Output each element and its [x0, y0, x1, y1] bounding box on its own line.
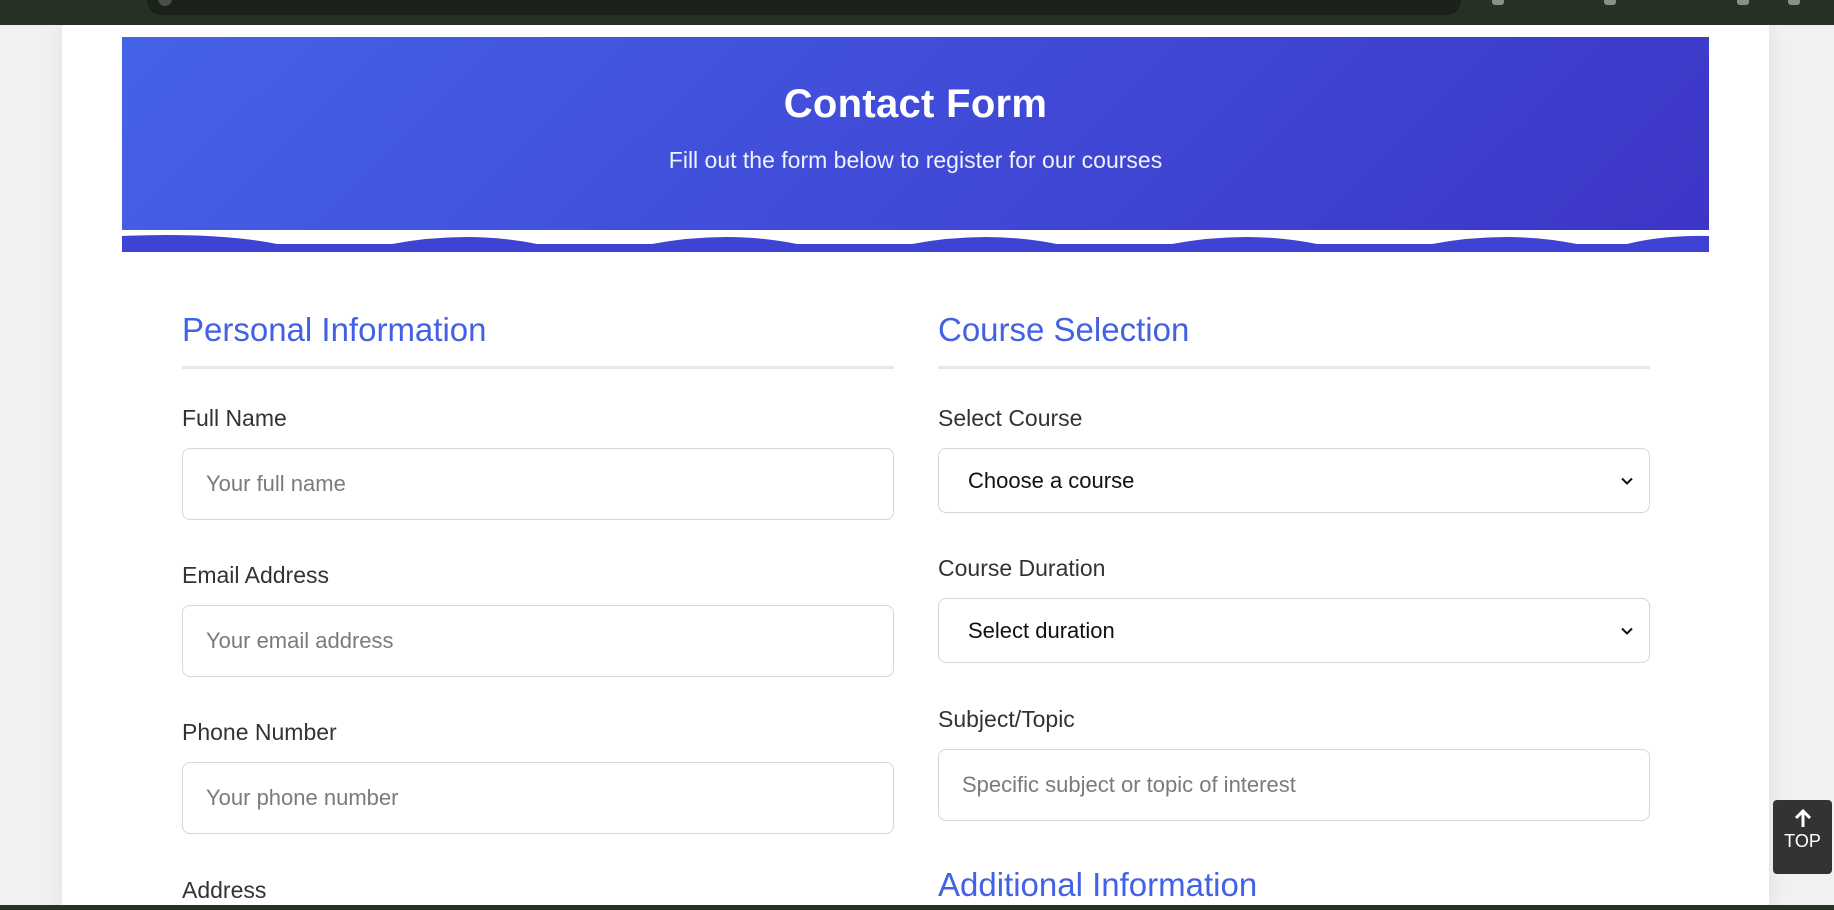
section-title-course: Course Selection [938, 311, 1190, 348]
section-title-personal: Personal Information [182, 311, 487, 348]
subject-label: Subject/Topic [938, 706, 1075, 732]
taskbar-edge [0, 905, 1834, 910]
address-bar[interactable] [147, 0, 1461, 15]
toolbar-icon[interactable] [1737, 0, 1749, 5]
section-title-additional: Additional Information [938, 866, 1258, 903]
phone-input[interactable] [182, 762, 894, 834]
course-select-value: Choose a course [968, 467, 1135, 493]
hero-banner: Contact Form Fill out the form below to … [122, 37, 1709, 230]
back-to-top-label: TOP [1784, 831, 1821, 851]
wave-divider [122, 230, 1709, 252]
duration-label: Course Duration [938, 555, 1106, 581]
full-name-input[interactable] [182, 448, 894, 520]
toolbar-icon[interactable] [1492, 0, 1504, 5]
page-title: Contact Form [783, 82, 1048, 126]
duration-select[interactable]: Select duration [938, 598, 1650, 663]
chevron-down-icon [1619, 623, 1635, 639]
back-to-top-button[interactable]: TOP [1773, 800, 1832, 874]
email-label: Email Address [182, 562, 330, 588]
address-label: Address [182, 877, 267, 903]
duration-select-value: Select duration [968, 617, 1115, 643]
email-input[interactable] [182, 605, 894, 677]
profile-icon[interactable] [1788, 0, 1800, 5]
chevron-down-icon [1619, 473, 1635, 489]
full-name-label: Full Name [182, 405, 287, 431]
section-divider [182, 366, 894, 369]
section-divider [938, 366, 1650, 369]
toolbar-icon[interactable] [1604, 0, 1616, 5]
subject-input[interactable] [938, 749, 1650, 821]
page-subtitle: Fill out the form below to register for … [668, 147, 1163, 173]
phone-label: Phone Number [182, 719, 337, 745]
select-course-label: Select Course [938, 405, 1083, 431]
arrow-up-icon [1773, 808, 1832, 831]
course-select[interactable]: Choose a course [938, 448, 1650, 513]
